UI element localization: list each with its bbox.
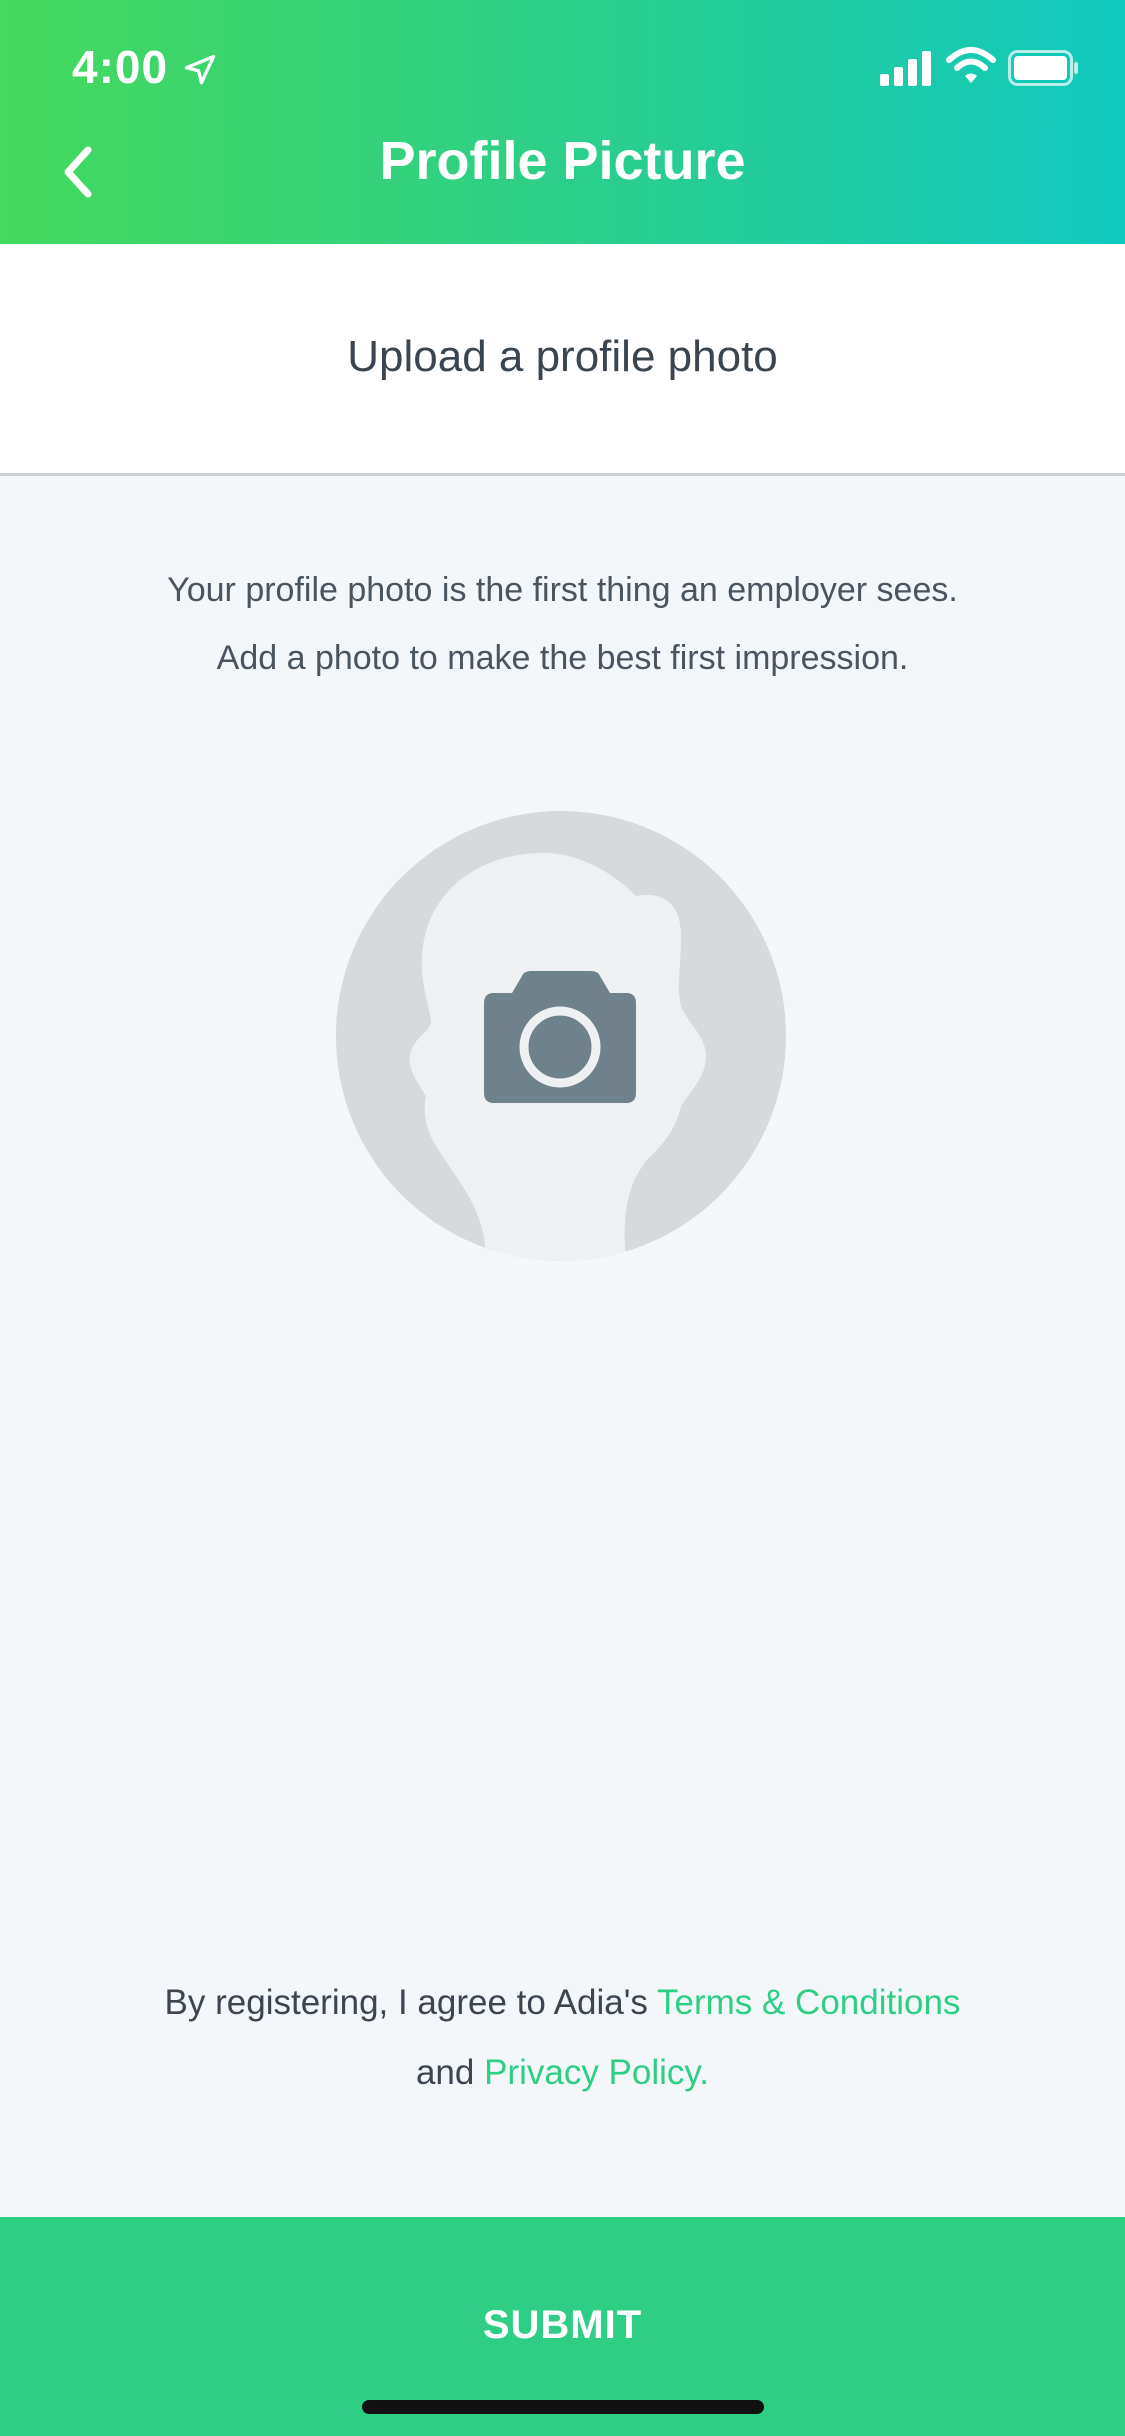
privacy-policy-link[interactable]: Privacy Policy. [484, 2053, 709, 2092]
status-time: 4:00 [72, 41, 169, 93]
nav-bar: Profile Picture [0, 120, 1125, 244]
wifi-icon [946, 47, 996, 83]
home-indicator [362, 2400, 764, 2414]
battery-icon [1008, 50, 1078, 86]
person-silhouette-icon [336, 811, 786, 1261]
page-title: Profile Picture [379, 131, 746, 191]
terms-line-1: By registering, I agree to Adia's Terms … [40, 1968, 1085, 2038]
terms-and: and [415, 2053, 485, 2092]
status-bar: 4:00 [0, 0, 1125, 132]
location-arrow-icon [184, 54, 216, 85]
header: 4:00 Profile Picture [0, 0, 1125, 244]
submit-label: SUBMIT [482, 2303, 643, 2347]
terms-agreement: By registering, I agree to Adia's Terms … [40, 1968, 1085, 2108]
description-text: Your profile photo is the first thing an… [60, 556, 1065, 692]
cellular-signal-icon [880, 51, 931, 86]
description-line-2: Add a photo to make the best first impre… [216, 639, 909, 677]
section-title: Upload a profile photo [347, 332, 778, 381]
terms-conditions-link[interactable]: Terms & Conditions [657, 1983, 960, 2022]
terms-line-2: and Privacy Policy. [40, 2038, 1085, 2108]
description-line-1: Your profile photo is the first thing an… [167, 571, 958, 609]
profile-photo-upload-button[interactable] [336, 811, 786, 1261]
profile-picture-screen: 4:00 Profile Picture Upload a profile ph… [0, 0, 1125, 2436]
subheader: Upload a profile photo [0, 244, 1125, 476]
terms-prefix: By registering, I agree to Adia's [164, 1983, 657, 2022]
